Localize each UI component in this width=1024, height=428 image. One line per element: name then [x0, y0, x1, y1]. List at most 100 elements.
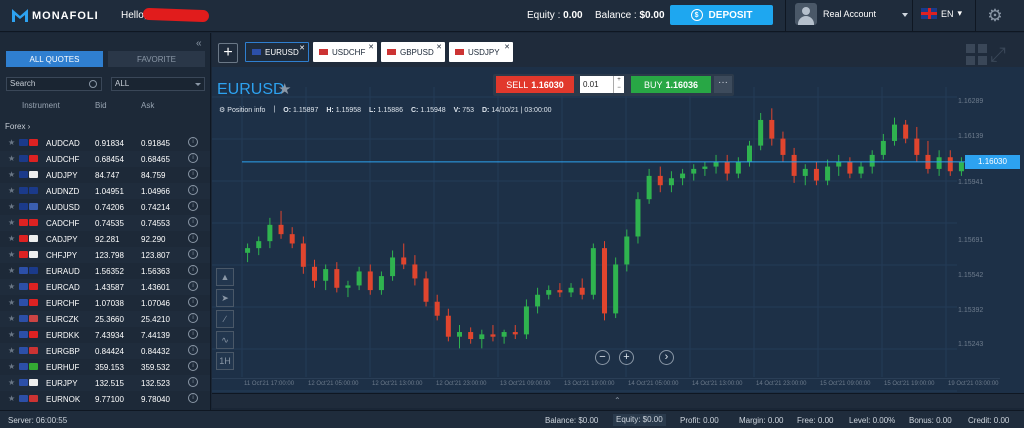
- logo[interactable]: MONAFOLI: [12, 9, 99, 22]
- expand-icon[interactable]: ⤢: [990, 44, 1006, 67]
- candle[interactable]: [702, 166, 708, 169]
- buy-button[interactable]: BUY 1.16036: [631, 76, 711, 93]
- candle[interactable]: [680, 173, 686, 179]
- candle[interactable]: [378, 276, 384, 291]
- quote-row-eurdkk[interactable]: ★ EURDKK 7.43934 7.44139 i: [0, 327, 210, 343]
- candle[interactable]: [791, 154, 797, 176]
- candle[interactable]: [758, 119, 764, 146]
- candle[interactable]: [535, 294, 541, 307]
- candle[interactable]: [434, 301, 440, 316]
- candle[interactable]: [501, 332, 507, 337]
- info-icon[interactable]: i: [188, 345, 198, 355]
- candle[interactable]: [300, 243, 306, 267]
- star-icon[interactable]: ★: [8, 314, 15, 323]
- column-header-instrument[interactable]: Instrument: [22, 101, 60, 110]
- account-menu[interactable]: Real Account: [795, 3, 876, 25]
- star-icon[interactable]: ★: [8, 330, 15, 339]
- candle[interactable]: [769, 119, 775, 139]
- info-icon[interactable]: i: [188, 217, 198, 227]
- info-icon[interactable]: i: [188, 393, 198, 403]
- candle[interactable]: [713, 161, 719, 167]
- candle[interactable]: [903, 124, 909, 139]
- info-icon[interactable]: i: [188, 329, 198, 339]
- quote-row-eurcad[interactable]: ★ EURCAD 1.43587 1.43601 i: [0, 279, 210, 295]
- gear-icon[interactable]: ⚙: [986, 7, 1004, 25]
- zoom-out-icon[interactable]: −: [595, 350, 610, 365]
- star-icon[interactable]: ★: [8, 346, 15, 355]
- candle[interactable]: [390, 257, 396, 277]
- info-icon[interactable]: i: [188, 153, 198, 163]
- candle[interactable]: [512, 332, 518, 335]
- tab-eurusd[interactable]: EURUSD ✕: [245, 42, 309, 62]
- timeframe-1h-icon[interactable]: 1H: [216, 352, 234, 370]
- quote-row-audusd[interactable]: ★ AUDUSD 0.74206 0.74214 i: [0, 199, 210, 215]
- candlestick-chart[interactable]: [212, 67, 1024, 397]
- candle[interactable]: [423, 278, 429, 302]
- close-icon[interactable]: ✕: [368, 43, 374, 51]
- quote-row-eurczk[interactable]: ★ EURCZK 25.3660 25.4210 i: [0, 311, 210, 327]
- language-selector[interactable]: EN ▾: [921, 8, 962, 19]
- candle[interactable]: [657, 175, 663, 186]
- candle[interactable]: [590, 248, 596, 295]
- quote-row-audcad[interactable]: ★ AUDCAD 0.91834 0.91845 i: [0, 135, 210, 151]
- close-icon[interactable]: ✕: [504, 43, 510, 51]
- deposit-button[interactable]: $ DEPOSIT: [670, 5, 773, 25]
- candle[interactable]: [892, 124, 897, 141]
- add-chart-button[interactable]: +: [218, 43, 238, 63]
- candle[interactable]: [267, 224, 273, 242]
- info-icon[interactable]: i: [188, 137, 198, 147]
- candle[interactable]: [825, 166, 831, 181]
- quote-row-cadjpy[interactable]: ★ CADJPY 92.281 92.290 i: [0, 231, 210, 247]
- star-icon[interactable]: ★: [8, 170, 15, 179]
- chevron-down-icon[interactable]: [902, 13, 908, 17]
- candle[interactable]: [914, 138, 920, 155]
- search-input[interactable]: Search: [6, 77, 102, 91]
- column-header-ask[interactable]: Ask: [141, 101, 154, 110]
- quote-row-eurnok[interactable]: ★ EURNOK 9.77100 9.78040 i: [0, 391, 210, 407]
- info-icon[interactable]: i: [188, 185, 198, 195]
- close-icon[interactable]: ✕: [436, 43, 442, 51]
- info-icon[interactable]: i: [188, 281, 198, 291]
- candle[interactable]: [813, 168, 819, 181]
- star-icon[interactable]: ★: [278, 80, 291, 98]
- candle[interactable]: [367, 271, 373, 291]
- candle[interactable]: [624, 236, 630, 265]
- candle[interactable]: [936, 157, 942, 169]
- info-icon[interactable]: i: [188, 169, 198, 179]
- quote-row-cadchf[interactable]: ★ CADCHF 0.74535 0.74553 i: [0, 215, 210, 231]
- candle[interactable]: [412, 264, 418, 279]
- quote-row-eurgbp[interactable]: ★ EURGBP 0.84424 0.84432 i: [0, 343, 210, 359]
- candle[interactable]: [323, 269, 329, 281]
- candle[interactable]: [646, 175, 652, 200]
- chevron-up-icon[interactable]: ⌃: [614, 396, 621, 405]
- candle[interactable]: [958, 161, 964, 172]
- candle[interactable]: [334, 269, 340, 288]
- candle[interactable]: [468, 332, 474, 340]
- lot-stepper[interactable]: + −: [613, 76, 624, 93]
- quote-row-audnzd[interactable]: ★ AUDNZD 1.04951 1.04966 i: [0, 183, 210, 199]
- star-icon[interactable]: ★: [8, 298, 15, 307]
- candle[interactable]: [724, 161, 730, 174]
- candle[interactable]: [691, 168, 697, 174]
- line-chart-icon[interactable]: ∿: [216, 331, 234, 349]
- area-chart-icon[interactable]: ▲: [216, 268, 234, 286]
- candle[interactable]: [780, 138, 786, 155]
- quote-row-chfjpy[interactable]: ★ CHFJPY 123.798 123.807 i: [0, 247, 210, 263]
- info-icon[interactable]: i: [188, 297, 198, 307]
- quote-row-audjpy[interactable]: ★ AUDJPY 84.747 84.759 i: [0, 167, 210, 183]
- star-icon[interactable]: ★: [8, 202, 15, 211]
- candle[interactable]: [847, 161, 853, 174]
- candle[interactable]: [256, 241, 262, 249]
- scroll-right-icon[interactable]: ›: [659, 350, 674, 365]
- layout-grid-icon[interactable]: [966, 44, 987, 65]
- candle[interactable]: [479, 334, 485, 340]
- candle[interactable]: [602, 248, 607, 314]
- candle[interactable]: [836, 161, 842, 167]
- close-icon[interactable]: ✕: [299, 44, 305, 52]
- tab-usdjpy[interactable]: USDJPY ✕: [449, 42, 513, 62]
- star-icon[interactable]: ★: [8, 234, 15, 243]
- filter-select[interactable]: ALL: [111, 77, 205, 91]
- column-header-bid[interactable]: Bid: [95, 101, 107, 110]
- star-icon[interactable]: ★: [8, 186, 15, 195]
- candle[interactable]: [802, 168, 808, 176]
